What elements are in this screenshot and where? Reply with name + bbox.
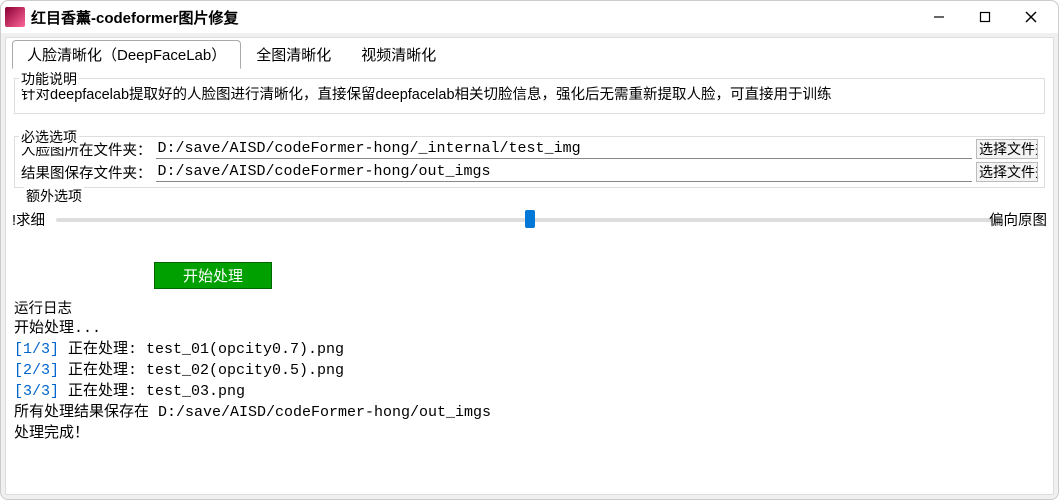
log-line: 开始处理... <box>14 320 101 337</box>
close-button[interactable] <box>1008 3 1054 31</box>
titlebar: 红目香薰-codeformer图片修复 <box>1 1 1058 33</box>
required-legend: 必选选项 <box>19 127 79 147</box>
content-area: 人脸清晰化（DeepFaceLab） 全图清晰化 视频清晰化 功能说明 针对de… <box>5 37 1054 495</box>
log-label: 运行日志 <box>14 297 1045 318</box>
app-icon <box>5 7 25 27</box>
maximize-icon <box>979 11 991 23</box>
output-folder-browse-button[interactable]: 选择文件夹 <box>976 162 1038 182</box>
tab-body: 功能说明 针对deepfacelab提取好的人脸图进行清晰化，直接保留deepf… <box>8 68 1051 492</box>
close-icon <box>1025 11 1037 23</box>
log-line: 正在处理: test_03.png <box>59 383 245 400</box>
slider-thumb[interactable] <box>525 210 535 228</box>
process-button-row: 开始处理 <box>14 262 1045 289</box>
tab-full-enhance[interactable]: 全图清晰化 <box>241 40 346 69</box>
maximize-button[interactable] <box>962 3 1008 31</box>
log-counter: [2/3] <box>14 362 59 379</box>
tab-face-enhance[interactable]: 人脸清晰化（DeepFaceLab） <box>12 40 241 69</box>
input-folder-row: 人脸图所在文件夹： 选择文件夹 <box>21 139 1038 160</box>
fidelity-slider-row: !求细 偏向原图 <box>16 204 1043 236</box>
log-line: 处理完成！ <box>14 425 89 442</box>
input-folder-browse-button[interactable]: 选择文件夹 <box>976 139 1038 159</box>
required-group: 必选选项 人脸图所在文件夹： 选择文件夹 结果图保存文件夹： 选择文件夹 <box>14 136 1045 188</box>
log-line: 所有处理结果保存在 D:/save/AISD/codeFormer-hong/o… <box>14 404 491 421</box>
start-process-button[interactable]: 开始处理 <box>154 262 272 289</box>
description-legend: 功能说明 <box>19 69 79 89</box>
tab-video-enhance[interactable]: 视频清晰化 <box>346 40 451 69</box>
input-folder-field[interactable] <box>156 139 973 159</box>
app-window: 红目香薰-codeformer图片修复 人脸清晰化（DeepFaceLab） 全… <box>0 0 1059 500</box>
slider-left-label: !求细 <box>12 209 45 230</box>
description-text: 针对deepfacelab提取好的人脸图进行清晰化，直接保留deepfacela… <box>21 83 1038 107</box>
fidelity-slider[interactable] <box>56 218 1003 222</box>
log-output: 开始处理... [1/3] 正在处理: test_01(opcity0.7).p… <box>14 318 1045 488</box>
tab-bar: 人脸清晰化（DeepFaceLab） 全图清晰化 视频清晰化 <box>8 40 1051 68</box>
description-group: 功能说明 针对deepfacelab提取好的人脸图进行清晰化，直接保留deepf… <box>14 78 1045 114</box>
log-line: 正在处理: test_02(opcity0.5).png <box>59 362 344 379</box>
window-title: 红目香薰-codeformer图片修复 <box>31 7 916 28</box>
output-folder-label: 结果图保存文件夹： <box>21 162 152 183</box>
log-line: 正在处理: test_01(opcity0.7).png <box>59 341 344 358</box>
output-folder-field[interactable] <box>156 162 973 182</box>
window-controls <box>916 3 1054 31</box>
minimize-button[interactable] <box>916 3 962 31</box>
minimize-icon <box>933 11 945 23</box>
log-counter: [3/3] <box>14 383 59 400</box>
extra-options-legend: 额外选项 <box>24 186 84 206</box>
slider-right-label: 偏向原图 <box>989 209 1047 230</box>
extra-options-group: 额外选项 !求细 偏向原图 <box>14 196 1045 254</box>
spacer <box>14 122 1045 136</box>
log-counter: [1/3] <box>14 341 59 358</box>
output-folder-row: 结果图保存文件夹： 选择文件夹 <box>21 162 1038 183</box>
